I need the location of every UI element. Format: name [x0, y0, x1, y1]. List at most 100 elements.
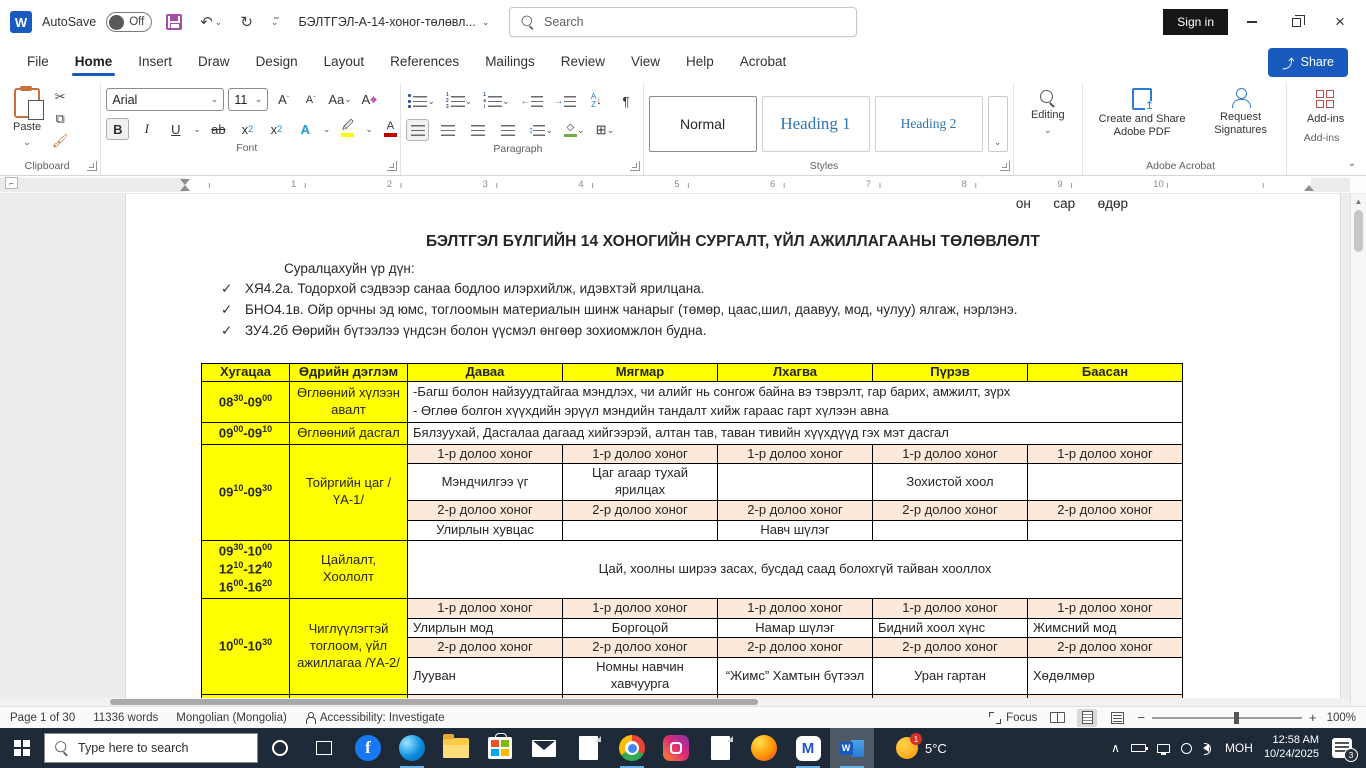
horizontal-scrollbar[interactable]: [0, 698, 1350, 706]
styles-gallery-more-button[interactable]: ⌄: [987, 95, 1008, 152]
change-case-button[interactable]: Aa ⌄: [326, 89, 353, 111]
read-mode-button[interactable]: [1047, 709, 1067, 727]
sort-button[interactable]: A Z ↓: [585, 90, 608, 112]
restore-button[interactable]: [1276, 6, 1316, 38]
shrink-font-button[interactable]: Aˇ: [299, 89, 322, 111]
task-view-button[interactable]: [302, 728, 346, 768]
minimize-button[interactable]: [1232, 6, 1272, 38]
taskbar-notepad[interactable]: [566, 728, 610, 768]
zoom-out-button[interactable]: −: [1137, 710, 1145, 725]
borders-button[interactable]: ⊞ ⌄: [593, 119, 616, 141]
taskbar-document-2[interactable]: [698, 728, 742, 768]
notification-center-button[interactable]: 3: [1332, 738, 1358, 762]
print-layout-button[interactable]: [1077, 708, 1098, 727]
clipboard-dialog-launcher[interactable]: [87, 161, 98, 171]
italic-button[interactable]: I: [135, 118, 158, 140]
line-spacing-button[interactable]: ↕ ⌄: [526, 119, 555, 141]
horizontal-scrollbar-thumb[interactable]: [110, 699, 758, 705]
clock[interactable]: 12:58 AM 10/24/2025: [1264, 734, 1319, 762]
right-indent-marker[interactable]: [1304, 185, 1314, 191]
weather-widget[interactable]: 1 5°C: [888, 733, 955, 759]
scroll-up-icon[interactable]: ▲: [1351, 194, 1366, 206]
align-right-button[interactable]: [466, 119, 489, 141]
zoom-slider[interactable]: − +: [1137, 710, 1316, 725]
vertical-scrollbar-thumb[interactable]: [1354, 210, 1363, 252]
page-indicator[interactable]: Page 1 of 30: [10, 712, 75, 724]
undo-button[interactable]: ↶ ⌄: [196, 11, 226, 33]
ribbon-tab-home[interactable]: Home: [62, 46, 126, 78]
autosave-toggle[interactable]: Off: [106, 12, 153, 32]
editing-button[interactable]: Editing ⌄: [1025, 86, 1071, 140]
search-box[interactable]: Search: [509, 7, 857, 37]
zoom-in-button[interactable]: +: [1309, 710, 1317, 725]
font-family-select[interactable]: Arial ⌄: [106, 88, 225, 111]
close-button[interactable]: ×: [1320, 6, 1360, 38]
addins-button[interactable]: Add-ins: [1301, 86, 1350, 130]
superscript-button[interactable]: x2: [265, 118, 288, 140]
meet-now-icon[interactable]: [1180, 742, 1192, 754]
style-heading-2[interactable]: Heading 2: [874, 95, 983, 152]
bold-button[interactable]: B: [106, 118, 130, 140]
shading-button[interactable]: ◇ ⌄: [562, 119, 587, 141]
paragraph-dialog-launcher[interactable]: [629, 161, 640, 171]
show-hide-marks-button[interactable]: ¶: [615, 90, 638, 112]
strikethrough-button[interactable]: ab: [207, 118, 230, 140]
vertical-scrollbar[interactable]: ▲: [1350, 194, 1366, 706]
numbered-list-button[interactable]: 1 2 3 ⌄: [444, 90, 474, 112]
justify-button[interactable]: [496, 119, 519, 141]
focus-mode-button[interactable]: Focus: [989, 711, 1037, 724]
grow-font-button[interactable]: Aˆ: [272, 89, 295, 111]
multilevel-list-button[interactable]: 1 a i ⌄: [481, 90, 511, 112]
taskbar-firefox[interactable]: [742, 728, 786, 768]
accessibility-status[interactable]: Accessibility: Investigate: [305, 711, 444, 724]
redo-button[interactable]: ↻: [236, 11, 257, 33]
bullet-list-button[interactable]: ⌄: [406, 90, 437, 112]
show-hidden-icons-chevron[interactable]: ∧: [1111, 741, 1120, 755]
taskbar-facebook[interactable]: f: [346, 728, 390, 768]
collapse-ribbon-button[interactable]: ⌄: [1348, 158, 1356, 169]
ribbon-tab-references[interactable]: References: [377, 46, 472, 78]
taskbar-microsoft-store[interactable]: [478, 728, 522, 768]
zoom-level[interactable]: 100%: [1327, 712, 1356, 724]
taskbar-search-box[interactable]: Type here to search: [44, 733, 258, 763]
format-painter-button[interactable]: 🖌: [49, 132, 71, 150]
tab-stop-selector[interactable]: ⌐: [5, 177, 18, 189]
font-color-button[interactable]: A: [379, 118, 402, 140]
style-heading-1[interactable]: Heading 1: [761, 95, 870, 152]
ribbon-tab-design[interactable]: Design: [243, 46, 311, 78]
taskbar-word[interactable]: W: [830, 728, 874, 768]
create-share-pdf-button[interactable]: Create and Share Adobe PDF: [1088, 84, 1196, 143]
taskbar-file-explorer[interactable]: [434, 728, 478, 768]
speaker-icon[interactable]: [1202, 743, 1211, 755]
share-button[interactable]: ⤴ Share: [1268, 47, 1348, 77]
text-effects-button[interactable]: A: [294, 118, 317, 140]
ribbon-tab-insert[interactable]: Insert: [125, 46, 185, 78]
request-signatures-button[interactable]: Request Signatures: [1200, 84, 1281, 141]
ribbon-tab-file[interactable]: File: [14, 46, 62, 78]
font-dialog-launcher[interactable]: [387, 161, 398, 171]
taskbar-chrome[interactable]: [610, 728, 654, 768]
copy-button[interactable]: ⧉: [49, 110, 71, 128]
taskbar-mail-m[interactable]: M: [786, 728, 830, 768]
align-left-button[interactable]: [406, 119, 430, 141]
document-page[interactable]: он сар өдөр БЭЛТГЭЛ БҮЛГИЙН 14 ХОНОГИЙН …: [125, 194, 1341, 706]
underline-button[interactable]: U: [164, 118, 187, 140]
taskbar-instagram[interactable]: [654, 728, 698, 768]
network-icon[interactable]: [1156, 743, 1170, 755]
start-button[interactable]: [0, 728, 44, 768]
ribbon-tab-acrobat[interactable]: Acrobat: [727, 46, 800, 78]
align-center-button[interactable]: [436, 119, 459, 141]
taskbar-edge[interactable]: [390, 728, 434, 768]
cortana-button[interactable]: [258, 728, 302, 768]
clear-formatting-button[interactable]: A ◆: [358, 89, 381, 111]
sign-in-button[interactable]: Sign in: [1163, 9, 1228, 35]
customize-quick-access-button[interactable]: ⌄̅: [267, 15, 283, 30]
cut-button[interactable]: ✂: [49, 88, 71, 106]
subscript-button[interactable]: x2: [236, 118, 259, 140]
ribbon-tab-mailings[interactable]: Mailings: [472, 46, 548, 78]
highlight-button[interactable]: 🖉: [336, 118, 359, 140]
ribbon-tab-review[interactable]: Review: [548, 46, 618, 78]
font-size-select[interactable]: 11 ⌄: [228, 88, 269, 111]
increase-indent-button[interactable]: →: [552, 90, 578, 112]
taskbar-mail[interactable]: [522, 728, 566, 768]
